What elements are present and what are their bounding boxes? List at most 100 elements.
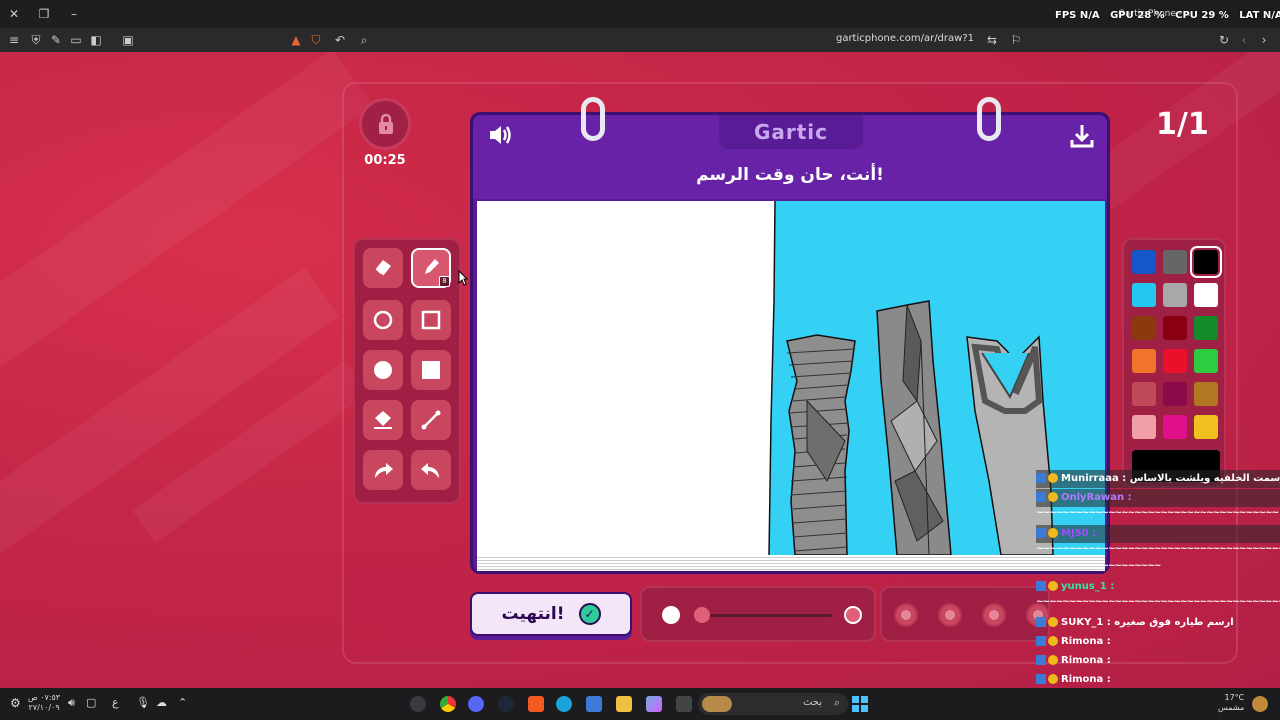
bookmark-icon[interactable]: ⚐ [1008,32,1024,48]
user-badge-icon [1036,636,1046,646]
performance-overlay: FPS N/A GPU 28 % CPU 29 % LAT N/A [1055,10,1280,21]
drawing-book: Gartic أنت، حان وقت الرسم! [470,97,1110,574]
size-slider-track[interactable] [700,614,832,617]
language-indicator[interactable]: ع [112,696,128,712]
chrome-icon[interactable] [440,696,456,712]
color-swatch[interactable] [1163,316,1187,340]
share-icon[interactable]: ↶ [332,32,348,48]
color-swatch[interactable] [1163,250,1187,274]
color-swatch[interactable] [1194,382,1218,406]
color-swatch[interactable] [1132,382,1156,406]
settings-icon[interactable]: ⚙ [10,696,26,712]
user-badge-icon [1036,655,1046,665]
opacity-option[interactable] [894,603,918,627]
lock-button[interactable] [359,98,411,150]
opacity-option[interactable] [938,603,962,627]
gartic-logo: Gartic [719,115,863,149]
extensions-icon[interactable]: ✎ [48,32,64,48]
done-button[interactable]: انتهيت! ✓ [470,592,632,636]
brave-shield-icon[interactable]: ⛉ [308,32,324,48]
discord-icon[interactable] [468,696,484,712]
onedrive-icon[interactable]: ☁ [156,696,172,712]
eraser-tool[interactable] [363,248,403,288]
volume-icon[interactable]: 🔊︎ [68,696,84,712]
color-swatch[interactable] [1163,382,1187,406]
chevron-up-icon[interactable]: ⌃ [178,696,194,712]
search-icon[interactable]: ⌕ [356,32,372,48]
color-swatch[interactable] [1163,415,1187,439]
maximize-window-icon[interactable]: ❐ [36,6,52,22]
chat-message: Rimona : [1036,671,1280,689]
chat-username: SUKY_1 : [1061,617,1115,628]
circle-filled-tool[interactable] [363,350,403,390]
user-badge-icon [1036,581,1046,591]
circle-outline-tool[interactable] [363,300,403,340]
drawing-canvas[interactable] [477,201,1105,555]
size-slider-handle[interactable] [694,607,710,623]
forward-icon[interactable]: › [1256,32,1272,48]
chat-message: SUKY_1 : ارسم طياره فوق صغيره [1036,614,1280,632]
taskbar-search[interactable]: بحث ⌕ [698,693,848,715]
square-filled-tool[interactable] [411,350,451,390]
square-outline-tool[interactable] [411,300,451,340]
color-swatch[interactable] [1163,349,1187,373]
color-swatch[interactable] [1132,250,1156,274]
microphone-icon[interactable]: 🎙︎ [136,696,152,712]
color-swatch[interactable] [1194,415,1218,439]
bucket-icon [374,411,392,429]
line-tool[interactable] [411,400,451,440]
store-icon[interactable] [586,696,602,712]
download-icon[interactable] [1069,123,1095,149]
color-swatch[interactable] [1132,349,1156,373]
link-icon[interactable]: ⇆ [984,32,1000,48]
edge-icon[interactable] [556,696,572,712]
app-icon[interactable] [410,696,426,712]
color-swatch[interactable] [1190,246,1222,278]
brush-opacity-panel [880,586,1050,642]
color-swatch[interactable] [1194,283,1218,307]
undo-tool[interactable] [411,450,451,490]
app-icon[interactable] [676,696,692,712]
color-swatch[interactable] [1163,283,1187,307]
tabs-icon[interactable]: ▭ [68,32,84,48]
menu-icon[interactable]: ≡ [6,32,22,48]
pen-size-badge: 8 [439,276,450,287]
weather-sun-icon [1252,696,1268,712]
opacity-option[interactable] [982,603,1006,627]
book-page-edges [477,555,1105,571]
color-swatch[interactable] [1132,283,1156,307]
copilot-icon[interactable] [646,696,662,712]
close-window-icon[interactable]: ✕ [6,6,22,22]
windows-start-icon[interactable] [852,696,868,712]
chat-spam-line: ~~~~~~~~~~~~~~~~~~~ [1036,561,1161,571]
explorer-icon[interactable] [616,696,632,712]
color-palette [1122,238,1226,488]
back-icon[interactable]: ‹ [1236,32,1252,48]
drawing-content [768,201,1105,555]
sound-icon[interactable] [487,121,515,149]
sidebar-icon[interactable]: ◧ [88,32,104,48]
color-swatch[interactable] [1194,349,1218,373]
reload-icon[interactable]: ↻ [1216,32,1232,48]
redo-tool[interactable] [363,450,403,490]
brave-icon[interactable] [528,696,544,712]
steam-icon[interactable] [498,696,514,712]
min-size-dot[interactable] [662,606,680,624]
chat-username: OnlyRawan : [1061,492,1132,503]
shield-icon[interactable]: ⛨ [28,32,44,48]
color-swatch[interactable] [1132,415,1156,439]
color-swatch[interactable] [1132,316,1156,340]
color-swatch[interactable] [1194,316,1218,340]
bucket-tool[interactable] [363,400,403,440]
warning-icon[interactable]: ▲ [288,32,304,48]
address-bar[interactable]: ▲ ⛉ ↶ ⌕ garticphone.com/ar/draw?1 ⇆ [282,30,1028,50]
max-size-dot[interactable] [844,606,862,624]
weather-widget[interactable]: 17°C مشمس [1218,693,1244,713]
network-icon[interactable]: ▢ [86,696,102,712]
clock[interactable]: ٠٧:٥٣ ص ٢٧/١٠/٠٩ [28,693,60,713]
screenshot-icon[interactable]: ▣ [120,32,136,48]
pencil-tool[interactable]: 8 [411,248,451,288]
minimize-window-icon[interactable]: – [66,6,82,22]
user-rank-icon [1048,655,1058,665]
line-icon [421,410,441,430]
